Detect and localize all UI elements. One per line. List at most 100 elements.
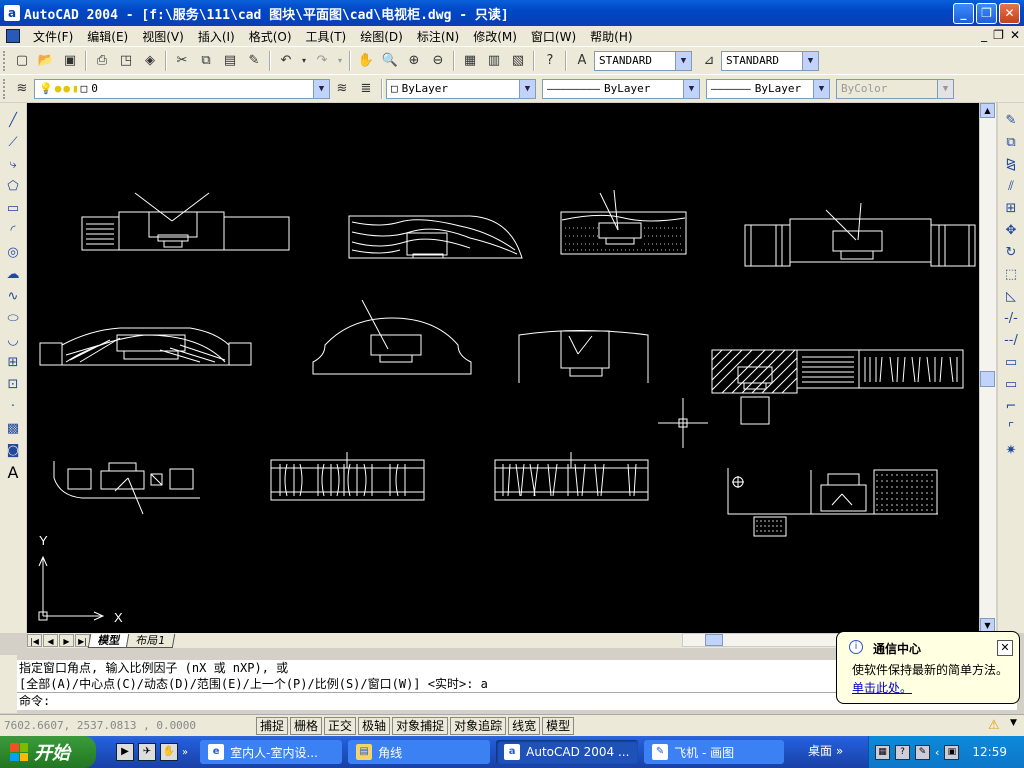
scroll-thumb[interactable]: [705, 634, 723, 646]
break-at-point-icon[interactable]: ▭: [1001, 375, 1021, 395]
linetype-select[interactable]: ———————— ByLayer ▼: [542, 78, 700, 99]
chevron-down-icon[interactable]: ▼: [802, 51, 818, 70]
stretch-icon[interactable]: ◺: [1001, 287, 1021, 307]
tray-expand-icon[interactable]: ‹: [935, 746, 939, 759]
text-style-icon[interactable]: A: [571, 50, 593, 72]
tv-cabinet-plan-9[interactable]: [53, 461, 200, 515]
ellipse-arc-icon[interactable]: ◡: [3, 331, 23, 351]
next-tab-icon[interactable]: ▶: [59, 634, 74, 647]
toolbar-grip[interactable]: [3, 50, 7, 71]
polyline-icon[interactable]: ⤷: [3, 155, 23, 175]
ellipse-icon[interactable]: ⬭: [3, 309, 23, 329]
copy-object-icon[interactable]: ⧉: [1001, 133, 1021, 153]
taskbar-item[interactable]: a AutoCAD 2004 ...: [496, 740, 639, 764]
break-icon[interactable]: ▭: [1001, 353, 1021, 373]
tv-cabinet-plan-3[interactable]: [560, 189, 687, 255]
layer-manager-icon[interactable]: ≋: [11, 78, 33, 100]
color-select[interactable]: □ ByLayer ▼: [386, 78, 536, 99]
menu-dimension[interactable]: 标注(N): [410, 28, 466, 45]
chevron-down-icon[interactable]: ▼: [675, 51, 691, 70]
layer-select[interactable]: 💡 ● ● ▮ □ 0 ▼: [34, 78, 330, 99]
offset-icon[interactable]: ⫽: [1001, 177, 1021, 197]
taskbar-item[interactable]: ▤ 角线: [348, 740, 491, 764]
design-center-icon[interactable]: ▥: [483, 50, 505, 72]
mirror-icon[interactable]: ⧎: [1001, 155, 1021, 175]
menu-draw[interactable]: 绘图(D): [353, 28, 410, 45]
menu-file[interactable]: 文件(F): [26, 28, 80, 45]
coordinate-readout[interactable]: 7602.6607, 2537.0813 , 0.0000: [4, 717, 256, 735]
close-button[interactable]: ✕: [999, 3, 1020, 24]
vertical-scrollbar[interactable]: ▲ ▼: [979, 103, 996, 633]
region-icon[interactable]: ◙: [3, 441, 23, 461]
title-bar[interactable]: a AutoCAD 2004 - [f:\服务\111\cad 图块\平面图\c…: [0, 0, 1024, 26]
menu-help[interactable]: 帮助(H): [583, 28, 639, 45]
minimize-button[interactable]: _: [953, 3, 974, 24]
tv-cabinet-plan-10[interactable]: [270, 452, 425, 501]
quicklaunch-app-icon[interactable]: ✋: [160, 743, 178, 761]
tv-cabinet-plan-8[interactable]: [711, 349, 964, 425]
osnap-toggle[interactable]: 对象捕捉: [392, 716, 449, 735]
revision-cloud-icon[interactable]: ☁: [3, 265, 23, 285]
lineweight-toggle[interactable]: 线宽: [508, 716, 541, 735]
trim-icon[interactable]: -/-: [1001, 309, 1021, 329]
keyboard-icon[interactable]: ▦: [875, 744, 890, 760]
erase-icon[interactable]: ✎: [1001, 111, 1021, 131]
point-icon[interactable]: ·: [3, 397, 23, 417]
input-method-icon[interactable]: ✎: [915, 744, 930, 760]
match-properties-icon[interactable]: ✎: [243, 50, 265, 72]
redo-dropdown-icon[interactable]: ▾: [335, 50, 345, 72]
hatch-icon[interactable]: ▩: [3, 419, 23, 439]
close-icon[interactable]: ✕: [997, 640, 1013, 656]
menu-tools[interactable]: 工具(T): [299, 28, 354, 45]
paste-icon[interactable]: ▤: [219, 50, 241, 72]
taskbar-item[interactable]: e 室内人-室内设...: [200, 740, 343, 764]
menu-insert[interactable]: 插入(I): [191, 28, 242, 45]
drawing-canvas[interactable]: Y X: [27, 103, 979, 633]
tv-cabinet-plan-2[interactable]: [348, 215, 523, 259]
tv-cabinet-plan-7[interactable]: [518, 330, 649, 384]
chevron-down-icon[interactable]: ▼: [313, 79, 329, 98]
make-block-icon[interactable]: ⊡: [3, 375, 23, 395]
prev-tab-icon[interactable]: ◀: [43, 634, 58, 647]
network-icon[interactable]: ▣: [944, 744, 960, 760]
undo-icon[interactable]: ↶: [275, 50, 297, 72]
text-style-select[interactable]: STANDARD ▼: [594, 50, 692, 71]
warning-icon[interactable]: ⚠: [988, 718, 1000, 733]
first-tab-icon[interactable]: |◀: [27, 634, 42, 647]
zoom-realtime-icon[interactable]: 🔍: [379, 50, 401, 72]
tv-cabinet-plan-5[interactable]: [39, 327, 252, 366]
tv-cabinet-plan-12[interactable]: [727, 468, 938, 537]
desktop-toolbar-label[interactable]: 桌面 »: [808, 742, 843, 759]
copy-icon[interactable]: ⧉: [195, 50, 217, 72]
tv-cabinet-plan-11[interactable]: [494, 452, 649, 501]
tv-cabinet-plan-6[interactable]: [312, 299, 472, 375]
undo-dropdown-icon[interactable]: ▾: [299, 50, 309, 72]
chevron-down-icon[interactable]: ▼: [813, 79, 829, 98]
chevron-down-icon[interactable]: ▼: [519, 79, 535, 98]
layer-previous-icon[interactable]: ≣: [355, 78, 377, 100]
tv-cabinet-plan-4[interactable]: [744, 202, 976, 267]
spline-icon[interactable]: ∿: [3, 287, 23, 307]
circle-icon[interactable]: ◎: [3, 243, 23, 263]
media-player-icon[interactable]: ▶: [116, 743, 134, 761]
plotstyle-select[interactable]: ByColor ▼: [836, 78, 954, 99]
start-button[interactable]: 开始: [0, 736, 96, 768]
insert-block-icon[interactable]: ⊞: [3, 353, 23, 373]
zoom-previous-icon[interactable]: ⊖: [427, 50, 449, 72]
balloon-link[interactable]: 单击此处。: [852, 679, 912, 696]
quicklaunch-app-icon[interactable]: ✈: [138, 743, 156, 761]
scroll-up-icon[interactable]: ▲: [980, 103, 995, 118]
construction-line-icon[interactable]: ⟋: [3, 133, 23, 153]
otrack-toggle[interactable]: 对象追踪: [450, 716, 507, 735]
lineweight-select[interactable]: —————— ByLayer ▼: [706, 78, 830, 99]
array-icon[interactable]: ⊞: [1001, 199, 1021, 219]
publish-icon[interactable]: ◈: [139, 50, 161, 72]
scale-icon[interactable]: ⬚: [1001, 265, 1021, 285]
save-icon[interactable]: ▣: [59, 50, 81, 72]
preview-icon[interactable]: ◳: [115, 50, 137, 72]
arc-icon[interactable]: ◜: [3, 221, 23, 241]
model-toggle[interactable]: 模型: [542, 716, 575, 735]
clock[interactable]: 12:59: [972, 745, 1007, 759]
help-icon[interactable]: ?: [895, 744, 910, 760]
tv-cabinet-plan-1[interactable]: [81, 192, 290, 251]
